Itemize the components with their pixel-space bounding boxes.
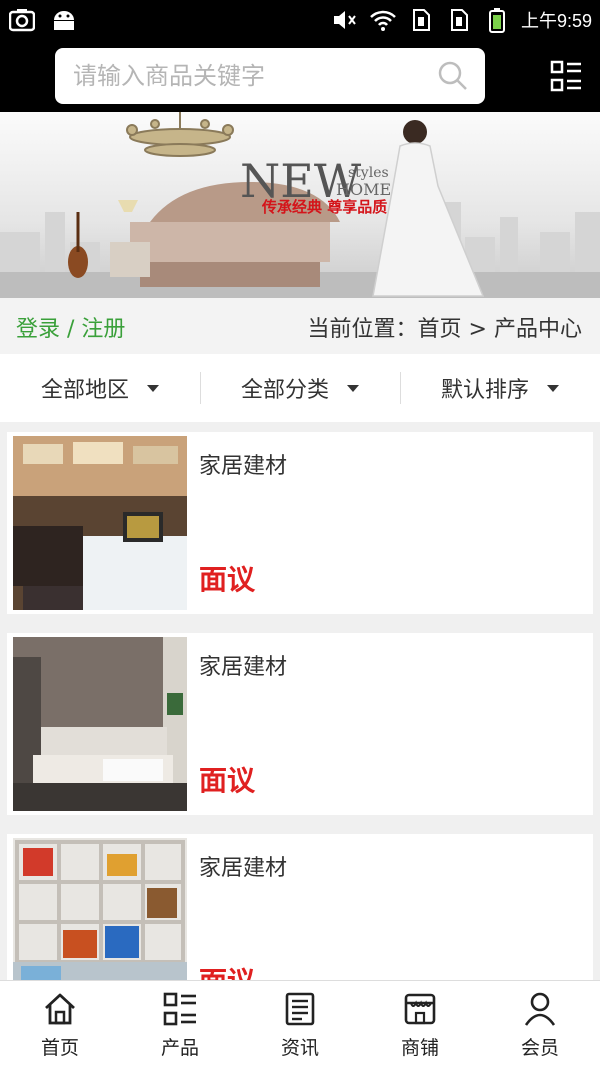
product-title[interactable]: 家居建材 <box>199 448 287 480</box>
breadcrumb: 当前位置：首页 > 产品中心 <box>308 311 582 343</box>
product-image[interactable] <box>13 436 187 610</box>
tab-store-label: 商铺 <box>400 1037 439 1059</box>
screenshot-icon <box>8 6 36 34</box>
banner-headline-styles: styles <box>348 165 389 181</box>
filter-bar: 全部地区 全部分类 默认排序 <box>0 354 600 422</box>
filter-region[interactable]: 全部地区 <box>0 354 200 422</box>
breadcrumb-separator: > <box>461 317 494 342</box>
grid-list-icon <box>163 992 196 1026</box>
mute-icon <box>331 6 359 34</box>
product-card[interactable]: 家居建材 面议 <box>7 834 593 980</box>
clock: 上午9:59 <box>520 11 592 31</box>
login-register: 登录 / 注册 <box>16 311 125 343</box>
product-price: 面议 <box>199 563 256 596</box>
tab-products-label: 产品 <box>160 1037 199 1059</box>
product-price: 面议 <box>199 764 256 797</box>
banner-slogan: 传承经典 尊享品质 <box>261 198 387 216</box>
status-bar: 上午9:59 <box>0 0 600 40</box>
bottom-tab-bar: 首页 产品 资讯 商铺 会员 <box>0 980 600 1067</box>
filter-region-label: 全部地区 <box>40 378 129 403</box>
search-input[interactable] <box>73 58 433 94</box>
header <box>0 40 600 112</box>
tab-news[interactable]: 资讯 <box>240 981 360 1067</box>
filter-sort-label: 默认排序 <box>440 378 529 403</box>
tab-news-label: 资讯 <box>280 1037 319 1059</box>
news-icon <box>285 992 315 1026</box>
breadcrumb-home[interactable]: 首页 <box>418 317 462 342</box>
search-icon[interactable] <box>437 60 469 92</box>
banner-headline-home: HOME <box>336 180 391 199</box>
filter-sort[interactable]: 默认排序 <box>400 354 600 422</box>
store-icon <box>404 993 436 1025</box>
wifi-icon <box>369 6 397 34</box>
breadcrumb-prefix: 当前位置： <box>307 317 418 342</box>
promo-banner[interactable]: NEW styles HOME 传承经典 尊享品质 <box>0 112 600 298</box>
tab-member[interactable]: 会员 <box>480 981 600 1067</box>
product-image[interactable] <box>13 838 187 980</box>
product-list[interactable]: 家居建材 面议 家居建材 面议 家居建材 <box>0 422 600 980</box>
caret-down-icon <box>347 384 359 392</box>
tab-member-label: 会员 <box>520 1037 559 1059</box>
login-separator: / <box>60 317 82 342</box>
caret-down-icon <box>547 384 559 392</box>
caret-down-icon <box>147 384 159 392</box>
category-menu-icon[interactable] <box>550 60 582 92</box>
user-icon <box>524 992 556 1026</box>
sim-2-icon <box>445 6 473 34</box>
filter-category[interactable]: 全部分类 <box>200 354 400 422</box>
banner-illustration: NEW styles HOME 传承经典 尊享品质 <box>0 112 600 298</box>
product-title[interactable]: 家居建材 <box>199 649 287 681</box>
android-icon <box>50 6 78 34</box>
home-icon <box>45 993 75 1025</box>
breadcrumb-current: 产品中心 <box>493 317 582 342</box>
info-bar: 登录 / 注册 当前位置：首页 > 产品中心 <box>0 298 600 354</box>
sim-1-icon <box>407 6 435 34</box>
tab-products[interactable]: 产品 <box>120 981 240 1067</box>
filter-category-label: 全部分类 <box>240 378 329 403</box>
product-card[interactable]: 家居建材 面议 <box>7 432 593 614</box>
tab-home-label: 首页 <box>40 1037 79 1059</box>
search-box[interactable] <box>55 48 485 104</box>
tab-store[interactable]: 商铺 <box>360 981 480 1067</box>
product-price: 面议 <box>199 960 255 980</box>
tab-home[interactable]: 首页 <box>0 981 120 1067</box>
login-link[interactable]: 登录 <box>16 317 60 342</box>
battery-icon <box>483 6 511 34</box>
product-image[interactable] <box>13 637 187 811</box>
register-link[interactable]: 注册 <box>81 317 125 342</box>
product-title[interactable]: 家居建材 <box>199 850 287 882</box>
product-card[interactable]: 家居建材 面议 <box>7 633 593 815</box>
